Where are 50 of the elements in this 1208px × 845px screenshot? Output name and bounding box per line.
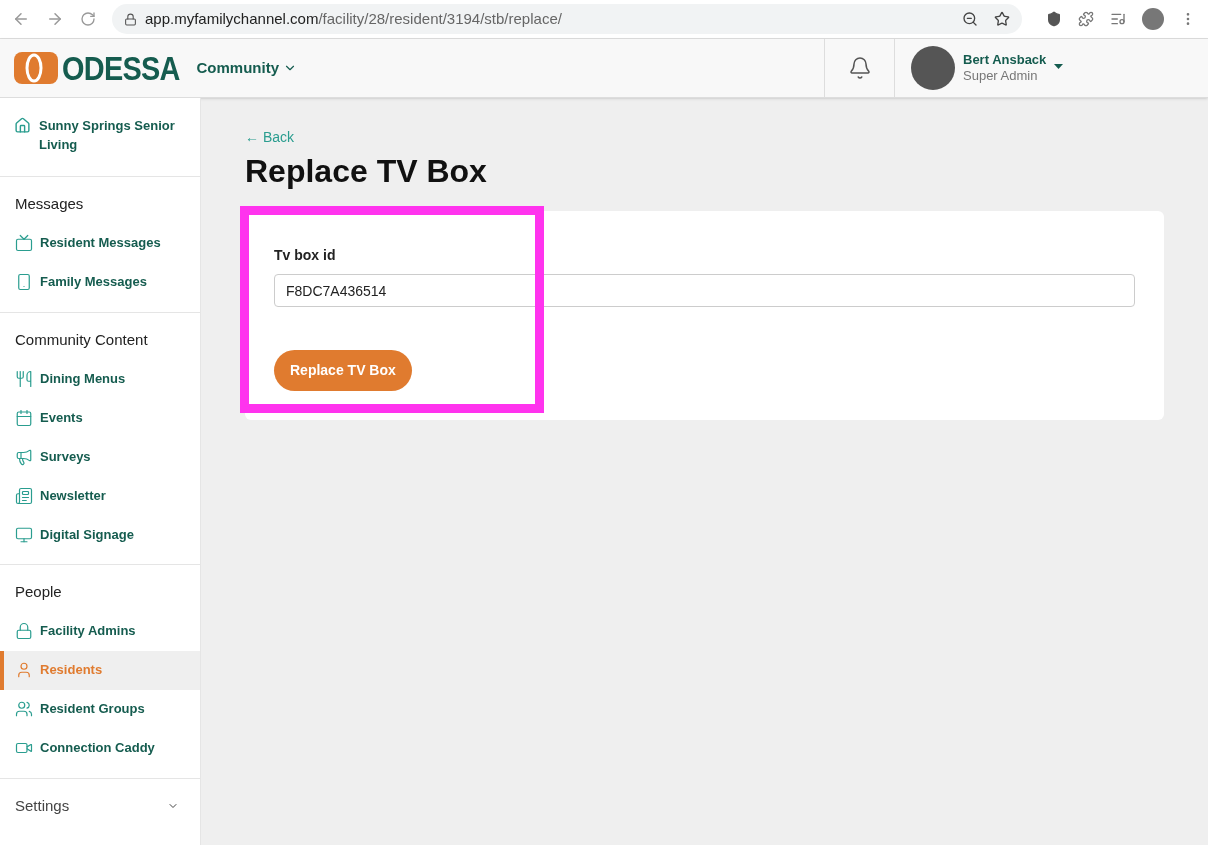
sidebar-item[interactable]: Facility Admins (0, 611, 200, 651)
lock-icon (124, 12, 137, 26)
monitor-icon (15, 525, 33, 544)
phone-icon (15, 273, 33, 291)
page-title: Replace TV Box (245, 152, 488, 191)
sidebar-item[interactable]: Resident Messages (0, 223, 200, 263)
tv-icon (15, 234, 33, 252)
facility-link[interactable]: Sunny Springs Senior Living (39, 116, 186, 154)
home-icon (14, 117, 31, 134)
logo-text: ODESSA (62, 51, 180, 85)
utensils-icon (15, 369, 33, 388)
sidebar-item[interactable]: Resident Groups (0, 689, 200, 729)
user-role: Super Admin (963, 68, 1039, 85)
newspaper-icon (15, 486, 33, 505)
sidebar-item[interactable]: Family Messages (0, 262, 200, 302)
sidebar-item[interactable]: Events (0, 398, 200, 437)
section-heading: People (14, 582, 63, 602)
people-icon (15, 700, 33, 718)
logo-mark-icon (14, 51, 58, 85)
address-bar[interactable]: app.myfamilychannel.com/facility/28/resident/3194/stb/replace/ (112, 4, 1022, 34)
url-text: app.myfamilychannel.com/facility/28/resident/3194/stb/replace/ (145, 8, 562, 29)
calendar-icon (15, 408, 33, 427)
community-dropdown[interactable]: Community (196, 56, 297, 80)
tv-box-id-field[interactable]: F8DC7A436514 (274, 274, 1135, 307)
back-icon[interactable] (12, 10, 30, 28)
profile-avatar[interactable] (1142, 8, 1164, 30)
settings-menu[interactable]: Settings (0, 778, 200, 817)
shield-icon[interactable] (1046, 11, 1062, 27)
caret-icon (1054, 63, 1064, 69)
padlock-icon (15, 622, 33, 640)
notification-bell-icon[interactable] (847, 56, 872, 80)
megaphone-icon (15, 447, 33, 466)
sidebar-item[interactable]: Dining Menus (0, 359, 200, 398)
sidebar-item[interactable]: Newsletter (0, 476, 200, 515)
section-heading: Community Content (14, 329, 149, 350)
zoom-icon[interactable] (962, 11, 978, 27)
puzzle-icon[interactable] (1078, 11, 1094, 27)
reload-icon[interactable] (80, 11, 96, 27)
user-name: Bert Ansback (963, 51, 1047, 68)
forward-icon[interactable] (46, 10, 64, 28)
bookmark-star-icon[interactable] (994, 11, 1010, 27)
user-avatar (911, 46, 955, 90)
section-heading: Messages (14, 194, 85, 214)
sidebar-item[interactable]: Digital Signage (0, 515, 200, 554)
sidebar-item[interactable]: Surveys (0, 437, 200, 476)
field-label: Tv box id (274, 246, 337, 265)
sidebar-item[interactable]: Connection Caddy (0, 728, 200, 768)
person-icon (15, 661, 33, 679)
user-menu[interactable]: Bert Ansback Super Admin (895, 46, 1208, 90)
playlist-icon[interactable] (1110, 11, 1126, 27)
